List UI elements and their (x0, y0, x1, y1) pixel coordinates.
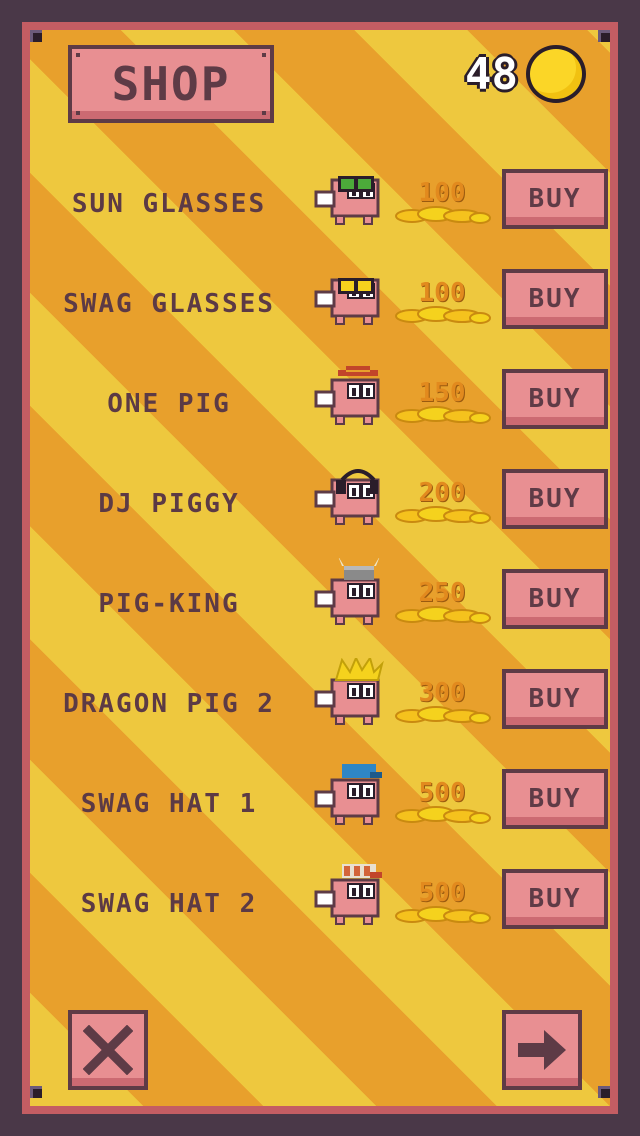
buy-button-label: BUY (528, 484, 582, 514)
item-price-label: 500 (418, 778, 466, 808)
item-price: 500 (392, 772, 492, 836)
item-price: 100 (392, 172, 492, 236)
shop-title: SHOP (68, 45, 274, 123)
shop-item-row: DJ PIGGY 200 BUY (0, 469, 640, 536)
pig-viking-helmet-icon (314, 558, 380, 625)
item-price: 500 (392, 872, 492, 936)
arrow-right-icon (518, 1030, 566, 1070)
item-name: DRAGON PIG 2 (63, 689, 275, 719)
shop-item-row: DRAGON PIG 2 300 BUY (0, 658, 640, 736)
item-price: 150 (392, 372, 492, 436)
buy-button-label: BUY (528, 184, 582, 214)
rivet-bottom-right (598, 1086, 610, 1098)
next-button[interactable] (502, 1010, 582, 1090)
item-price: 200 (392, 472, 492, 536)
shop-item-row: SWAG HAT 2 500 BUY (0, 864, 640, 936)
close-button[interactable] (68, 1010, 148, 1090)
buy-button-label: BUY (528, 684, 582, 714)
buy-button-label: BUY (528, 584, 582, 614)
item-price-label: 150 (418, 378, 466, 408)
item-price: 250 (392, 572, 492, 636)
pig-striped-cap-icon (314, 864, 382, 925)
item-price-label: 250 (418, 578, 466, 608)
pig-spiky-hair-icon (314, 658, 384, 725)
coin-count: 48 (465, 49, 518, 100)
rivet-top-left (30, 30, 42, 42)
item-name: PIG-KING (98, 589, 240, 619)
buy-button-label: BUY (528, 284, 582, 314)
item-name: SUN GLASSES (71, 189, 267, 219)
buy-button[interactable]: BUY (502, 869, 608, 929)
pig-sunglasses-green-icon (314, 176, 380, 225)
buy-button[interactable]: BUY (502, 269, 608, 329)
coin-icon (526, 45, 586, 103)
shop-item-row: SWAG GLASSES 100 BUY (0, 269, 640, 336)
shop-item-row: PIG-KING 250 BUY (0, 558, 640, 636)
item-price-label: 300 (418, 678, 466, 708)
buy-button[interactable]: BUY (502, 369, 608, 429)
item-price-label: 200 (418, 478, 466, 508)
item-price-label: 100 (418, 278, 466, 308)
item-price-label: 100 (418, 178, 466, 208)
item-name: SWAG HAT 1 (80, 789, 258, 819)
pig-headphones-icon (314, 469, 380, 525)
buy-button[interactable]: BUY (502, 469, 608, 529)
rivet-bottom-left (30, 1086, 42, 1098)
item-price-label: 500 (418, 878, 466, 908)
item-price: 300 (392, 672, 492, 736)
buy-button[interactable]: BUY (502, 169, 608, 229)
item-name: DJ PIGGY (98, 489, 240, 519)
buy-button[interactable]: BUY (502, 569, 608, 629)
buy-button-label: BUY (528, 884, 582, 914)
buy-button[interactable]: BUY (502, 769, 608, 829)
pig-straw-hat-icon (314, 360, 380, 425)
buy-button-label: BUY (528, 784, 582, 814)
pig-sunglasses-yellow-icon (314, 278, 380, 325)
item-name: SWAG HAT 2 (80, 889, 258, 919)
buy-button[interactable]: BUY (502, 669, 608, 729)
shop-item-row: SUN GLASSES 100 BUY (0, 169, 640, 236)
rivet-top-right (598, 30, 610, 42)
shop-item-row: ONE PIG 150 BUY (0, 360, 640, 436)
pig-blue-cap-icon (314, 764, 382, 825)
item-price: 100 (392, 272, 492, 336)
item-name: ONE PIG (107, 389, 231, 419)
item-name: SWAG GLASSES (63, 289, 275, 319)
buy-button-label: BUY (528, 384, 582, 414)
close-icon (83, 1025, 133, 1075)
shop-title-label: SHOP (111, 57, 231, 111)
shop-item-row: SWAG HAT 1 500 BUY (0, 764, 640, 836)
